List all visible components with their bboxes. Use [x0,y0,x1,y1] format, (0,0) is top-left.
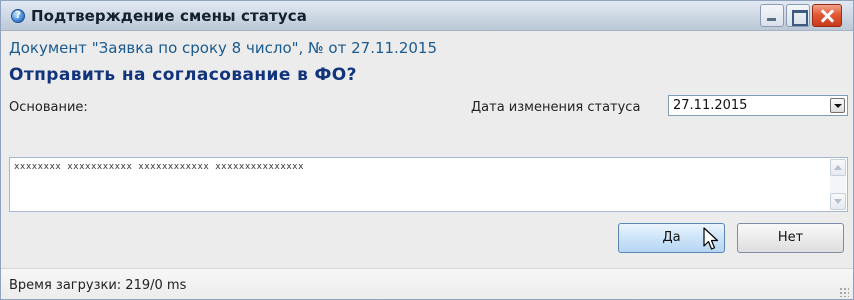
status-date-value[interactable]: 27.11.2015 [673,98,747,113]
window-title: Подтверждение смены статуса [31,7,307,25]
mouse-pointer-icon [703,227,719,250]
chevron-down-icon[interactable] [830,98,845,113]
maximize-button[interactable] [786,4,810,27]
load-time-text: Время загрузки: 219/0 ms [9,278,187,293]
status-date-label: Дата изменения статуса [471,100,641,115]
info-icon: ? [11,9,25,23]
title-bar[interactable]: ? Подтверждение смены статуса [1,1,853,31]
no-button[interactable]: Нет [737,223,844,253]
textarea-scrollbar[interactable] [830,159,846,210]
dialog-window: ? Подтверждение смены статуса Документ "… [0,0,854,300]
reason-textarea[interactable]: xxxxxxxx xxxxxxxxxxx xxxxxxxxxxxx xxxxxx… [9,157,848,212]
resize-grip-icon[interactable] [839,287,849,297]
scroll-up-icon[interactable] [830,159,846,176]
confirmation-question: Отправить на согласование в ФО? [9,65,357,85]
close-button[interactable] [812,4,842,27]
scroll-down-icon[interactable] [830,193,846,210]
status-bar: Время загрузки: 219/0 ms [1,268,853,299]
minimize-button[interactable] [760,4,784,27]
status-date-picker[interactable]: 27.11.2015 [668,95,848,116]
document-info: Документ "Заявка по сроку 8 число", № от… [9,39,437,57]
reason-label: Основание: [9,100,88,115]
reason-text[interactable]: xxxxxxxx xxxxxxxxxxx xxxxxxxxxxxx xxxxxx… [14,162,304,172]
